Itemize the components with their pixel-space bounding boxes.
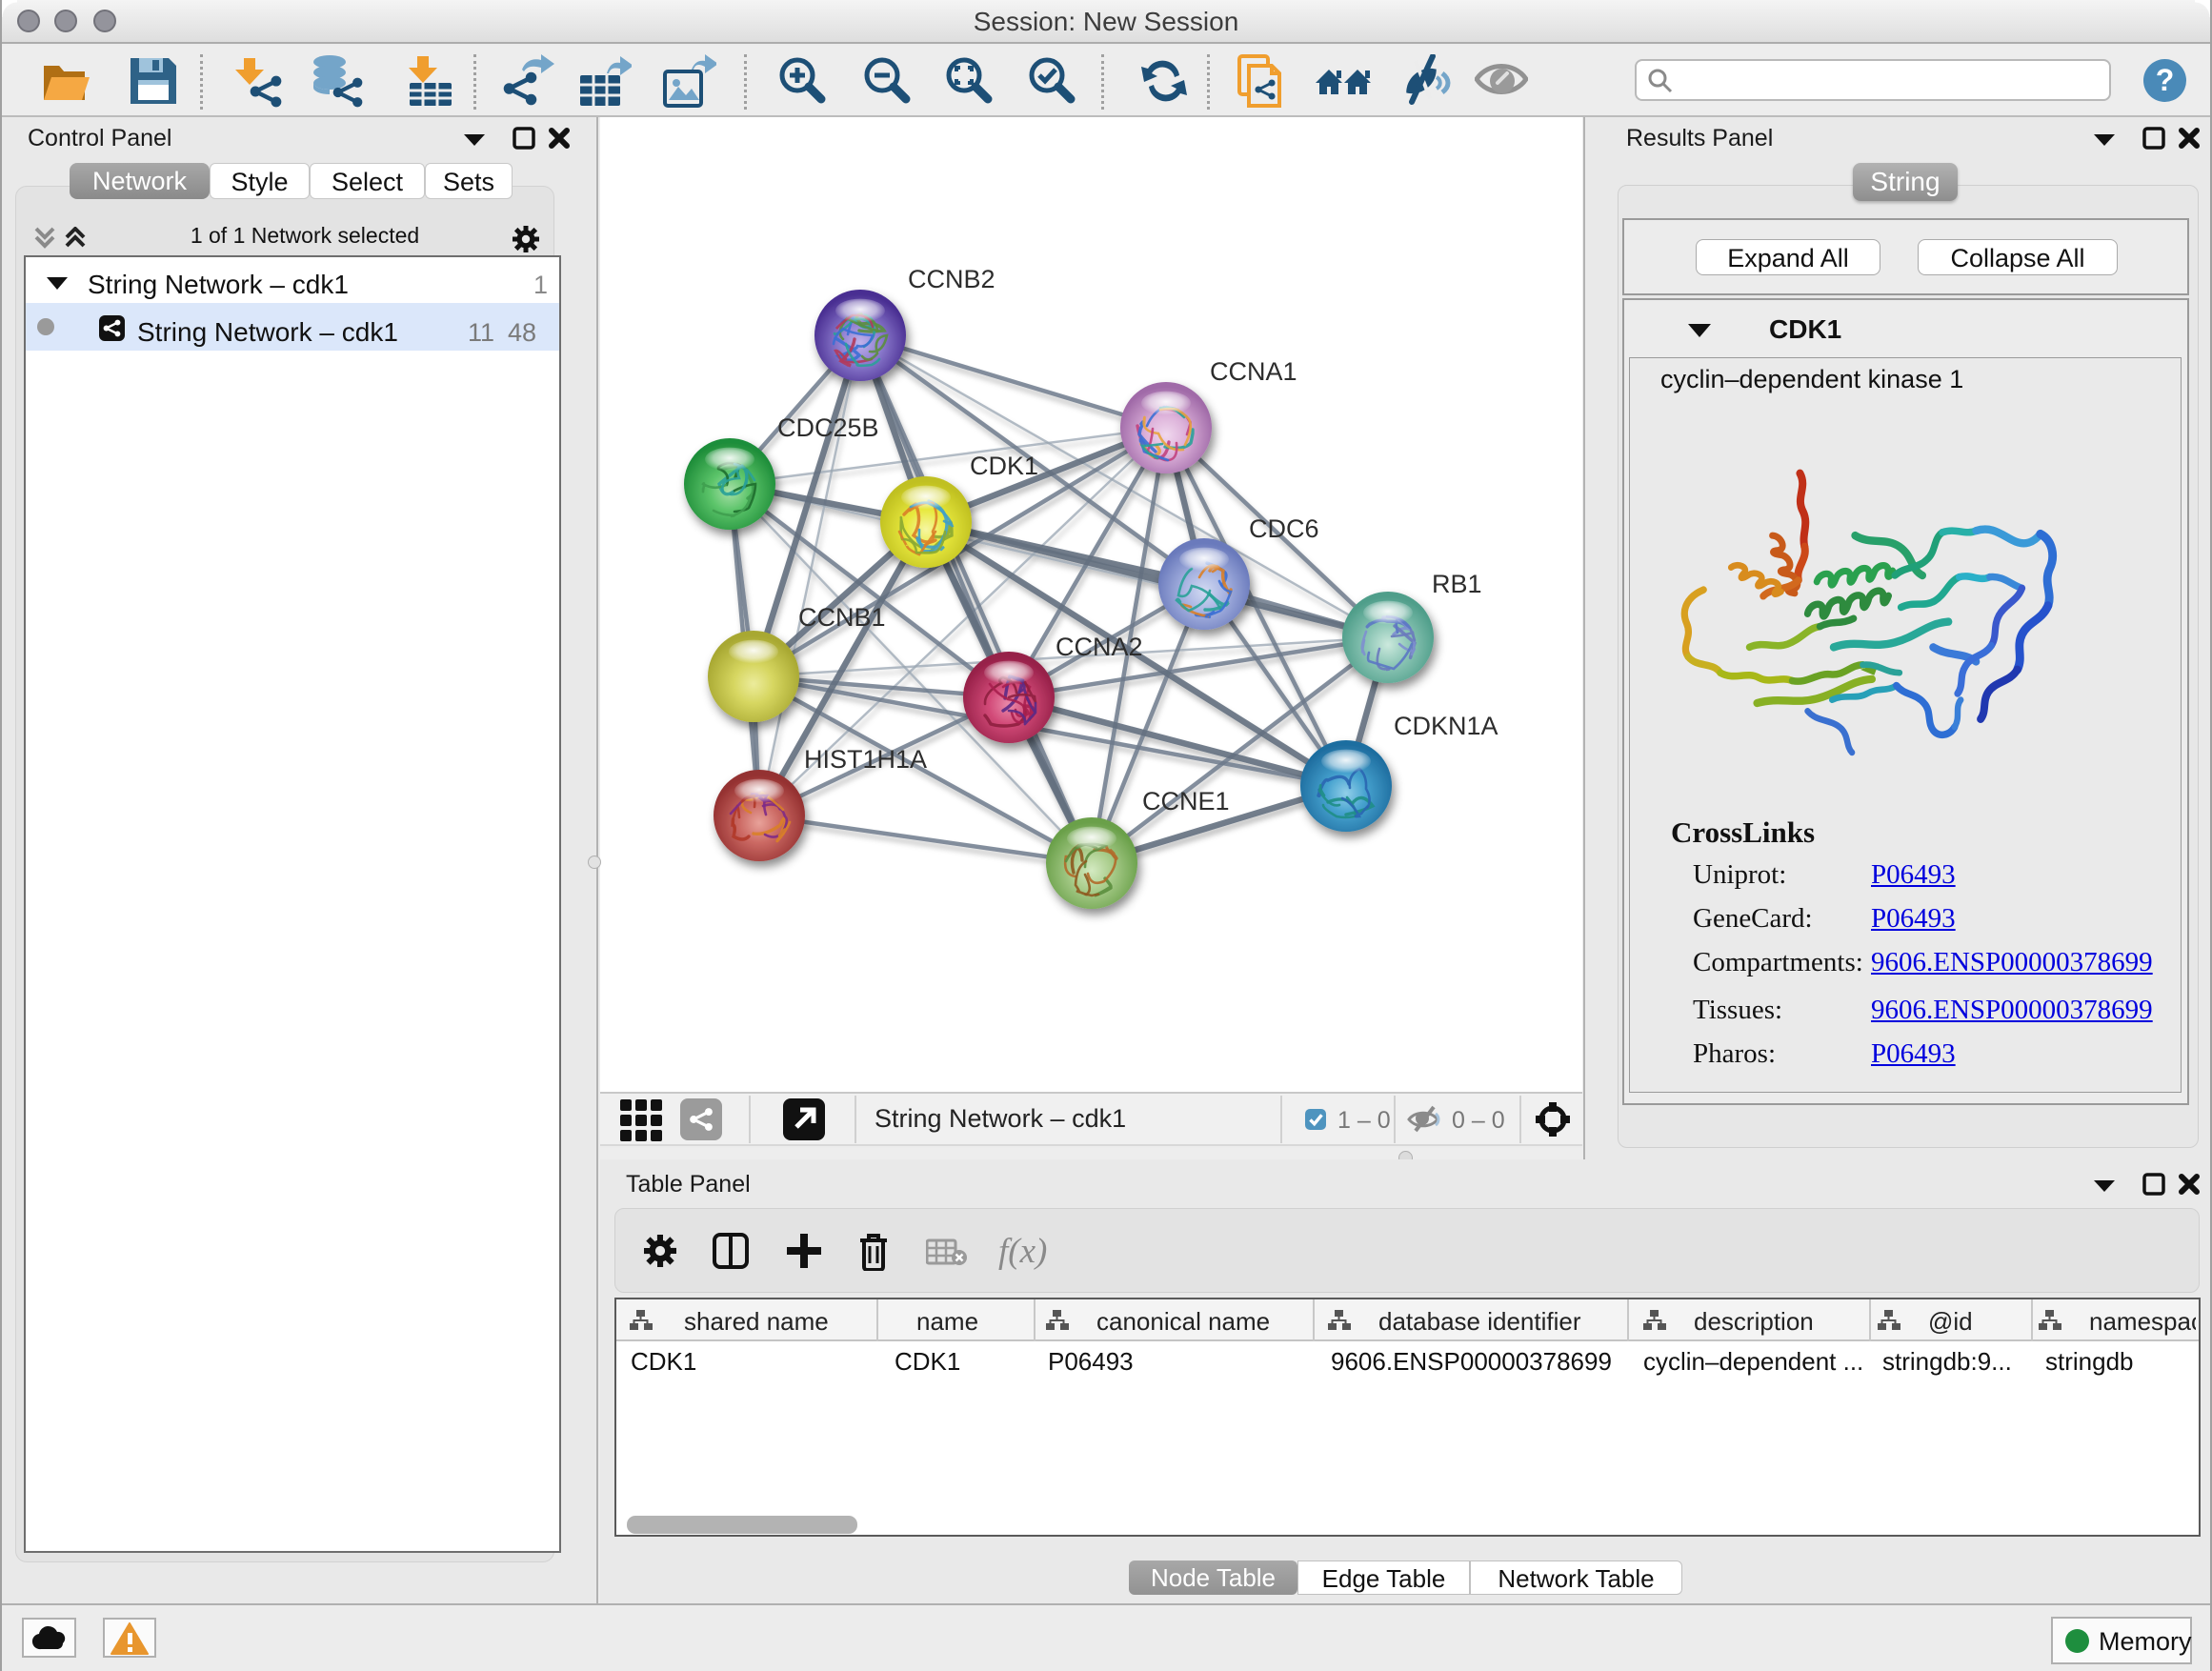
svg-text:CCNB1: CCNB1 <box>798 603 886 632</box>
svg-text:CDKN1A: CDKN1A <box>1394 712 1498 740</box>
svg-text:CDC25B: CDC25B <box>777 413 879 442</box>
svg-text:CCNE1: CCNE1 <box>1142 787 1230 815</box>
svg-text:HIST1H1A: HIST1H1A <box>804 745 927 774</box>
svg-text:CCNB2: CCNB2 <box>908 265 995 293</box>
svg-text:RB1: RB1 <box>1432 570 1482 598</box>
svg-text:CDC6: CDC6 <box>1249 514 1319 543</box>
svg-text:CCNA2: CCNA2 <box>1056 633 1143 661</box>
svg-text:CDK1: CDK1 <box>970 452 1038 480</box>
svg-text:CCNA1: CCNA1 <box>1210 357 1297 386</box>
